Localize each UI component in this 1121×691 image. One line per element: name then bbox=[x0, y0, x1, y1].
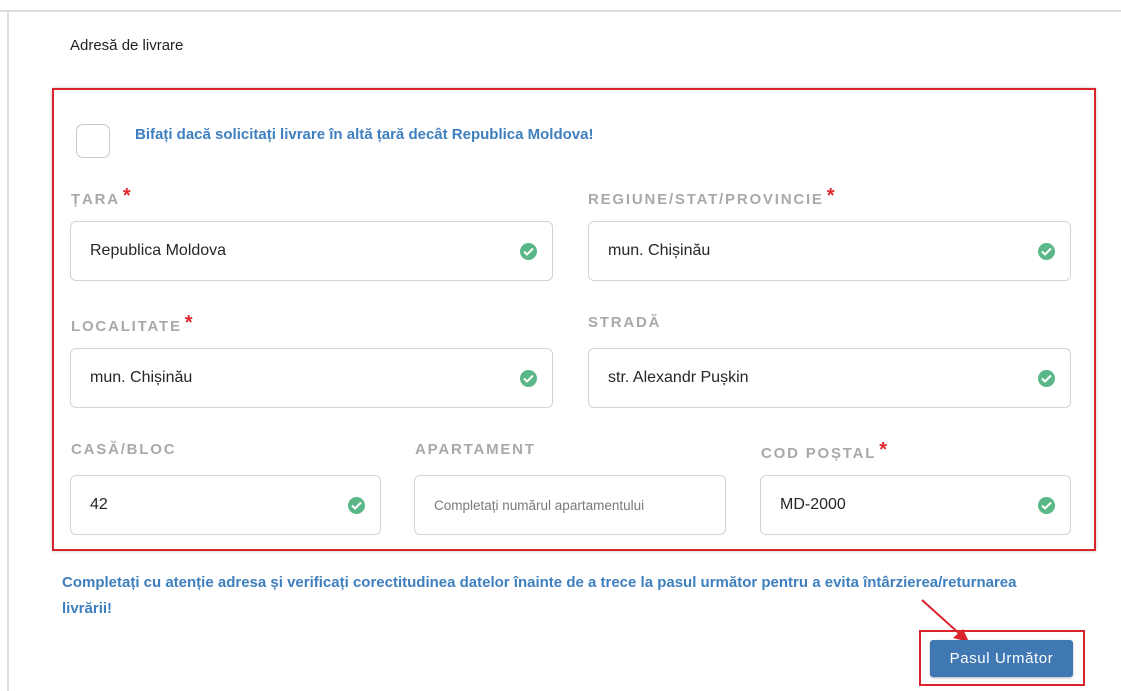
house-label: CASĂ/BLOC bbox=[71, 441, 177, 458]
street-value: str. Alexandr Pușkin bbox=[608, 369, 749, 386]
house-value: 42 bbox=[90, 496, 108, 513]
postal-code-field[interactable]: MD-2000 bbox=[760, 475, 1071, 535]
postal-code-label: COD POȘTAL * bbox=[761, 439, 888, 462]
country-value: Republica Moldova bbox=[90, 242, 227, 259]
locality-value: mun. Chișinău bbox=[90, 369, 193, 386]
section-title: Adresă de livrare bbox=[70, 37, 184, 54]
required-marker: * bbox=[122, 185, 131, 207]
country-label: ȚARA * bbox=[71, 185, 131, 208]
apartment-label: APARTAMENT bbox=[415, 441, 536, 458]
street-label: STRADĂ bbox=[588, 314, 662, 331]
house-field[interactable]: 42 bbox=[70, 475, 381, 535]
region-value: mun. Chișinău bbox=[608, 242, 711, 259]
panel-top-border bbox=[0, 10, 1121, 12]
check-circle-icon bbox=[1038, 243, 1055, 260]
locality-label: LOCALITATE * bbox=[71, 312, 193, 335]
required-marker: * bbox=[879, 439, 888, 461]
locality-field[interactable]: mun. Chișinău bbox=[70, 348, 553, 408]
check-circle-icon bbox=[1038, 497, 1055, 514]
required-marker: * bbox=[826, 185, 835, 207]
required-marker: * bbox=[184, 312, 193, 334]
next-step-button[interactable]: Pasul Următor bbox=[930, 640, 1073, 677]
check-circle-icon bbox=[520, 243, 537, 260]
apartment-placeholder: Completați numărul apartamentului bbox=[434, 497, 645, 513]
street-field[interactable]: str. Alexandr Pușkin bbox=[588, 348, 1071, 408]
country-field[interactable]: Republica Moldova bbox=[70, 221, 553, 281]
delivery-warning-note: Completați cu atenție adresa și verifica… bbox=[62, 574, 1017, 617]
region-field[interactable]: mun. Chișinău bbox=[588, 221, 1071, 281]
apartment-field[interactable]: Completați numărul apartamentului bbox=[414, 475, 726, 535]
region-label: REGIUNE/STAT/PROVINCIE * bbox=[588, 185, 835, 208]
check-circle-icon bbox=[348, 497, 365, 514]
foreign-delivery-checkbox[interactable] bbox=[76, 124, 110, 158]
panel-left-border bbox=[7, 10, 9, 691]
postal-code-value: MD-2000 bbox=[780, 496, 846, 513]
foreign-delivery-label[interactable]: Bifați dacă solicitați livrare în altă ț… bbox=[135, 126, 593, 143]
check-circle-icon bbox=[520, 370, 537, 387]
check-circle-icon bbox=[1038, 370, 1055, 387]
